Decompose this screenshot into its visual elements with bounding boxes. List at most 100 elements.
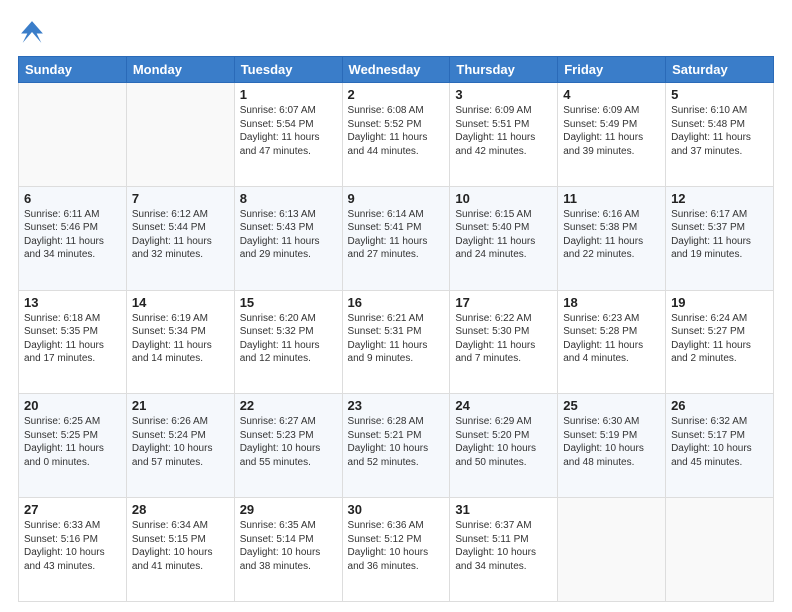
day-number: 30	[348, 502, 445, 517]
calendar-day-cell: 8 Sunrise: 6:13 AM Sunset: 5:43 PM Daylig…	[234, 186, 342, 290]
day-number: 11	[563, 191, 660, 206]
calendar-day-cell: 31 Sunrise: 6:37 AM Sunset: 5:11 PM Dayli…	[450, 498, 558, 602]
calendar-day-cell: 1 Sunrise: 6:07 AM Sunset: 5:54 PM Daylig…	[234, 83, 342, 187]
calendar-day-cell: 10 Sunrise: 6:15 AM Sunset: 5:40 PM Dayli…	[450, 186, 558, 290]
day-info: Sunrise: 6:21 AM Sunset: 5:31 PM Dayligh…	[348, 312, 445, 366]
calendar-week-row: 20 Sunrise: 6:25 AM Sunset: 5:25 PM Dayli…	[19, 394, 774, 498]
day-info: Sunrise: 6:22 AM Sunset: 5:30 PM Dayligh…	[455, 312, 552, 366]
day-info: Sunrise: 6:20 AM Sunset: 5:32 PM Dayligh…	[240, 312, 337, 366]
calendar-day-cell: 14 Sunrise: 6:19 AM Sunset: 5:34 PM Dayli…	[126, 290, 234, 394]
day-info: Sunrise: 6:13 AM Sunset: 5:43 PM Dayligh…	[240, 208, 337, 262]
calendar-weekday-header: Monday	[126, 57, 234, 83]
calendar-day-cell: 5Sunrise: 6:10 AM Sunset: 5:48 PM Daylig…	[666, 83, 774, 187]
day-info: Sunrise: 6:35 AM Sunset: 5:14 PM Dayligh…	[240, 519, 337, 573]
day-number: 27	[24, 502, 121, 517]
calendar-day-cell: 9 Sunrise: 6:14 AM Sunset: 5:41 PM Daylig…	[342, 186, 450, 290]
day-number: 14	[132, 295, 229, 310]
day-info: Sunrise: 6:19 AM Sunset: 5:34 PM Dayligh…	[132, 312, 229, 366]
calendar-day-cell: 11 Sunrise: 6:16 AM Sunset: 5:38 PM Dayli…	[558, 186, 666, 290]
day-info: Sunrise: 6:34 AM Sunset: 5:15 PM Dayligh…	[132, 519, 229, 573]
day-info: Sunrise: 6:09 AM Sunset: 5:51 PM Dayligh…	[455, 104, 552, 158]
day-info: Sunrise: 6:27 AM Sunset: 5:23 PM Dayligh…	[240, 415, 337, 469]
day-info: Sunrise: 6:29 AM Sunset: 5:20 PM Dayligh…	[455, 415, 552, 469]
calendar-day-cell: 28Sunrise: 6:34 AM Sunset: 5:15 PM Dayli…	[126, 498, 234, 602]
calendar-day-cell: 20 Sunrise: 6:25 AM Sunset: 5:25 PM Dayli…	[19, 394, 127, 498]
calendar-day-cell	[19, 83, 127, 187]
calendar-day-cell: 17 Sunrise: 6:22 AM Sunset: 5:30 PM Dayli…	[450, 290, 558, 394]
calendar-weekday-header: Saturday	[666, 57, 774, 83]
calendar-day-cell	[558, 498, 666, 602]
calendar-week-row: 13 Sunrise: 6:18 AM Sunset: 5:35 PM Dayli…	[19, 290, 774, 394]
calendar-day-cell: 25 Sunrise: 6:30 AM Sunset: 5:19 PM Dayli…	[558, 394, 666, 498]
calendar-day-cell	[666, 498, 774, 602]
day-info: Sunrise: 6:08 AM Sunset: 5:52 PM Dayligh…	[348, 104, 445, 158]
day-number: 25	[563, 398, 660, 413]
day-number: 10	[455, 191, 552, 206]
day-info: Sunrise: 6:36 AM Sunset: 5:12 PM Dayligh…	[348, 519, 445, 573]
calendar-weekday-header: Sunday	[19, 57, 127, 83]
day-number: 3	[455, 87, 552, 102]
day-info: Sunrise: 6:24 AM Sunset: 5:27 PM Dayligh…	[671, 312, 768, 366]
day-info: Sunrise: 6:37 AM Sunset: 5:11 PM Dayligh…	[455, 519, 552, 573]
day-info: Sunrise: 6:32 AM Sunset: 5:17 PM Dayligh…	[671, 415, 768, 469]
day-info: Sunrise: 6:30 AM Sunset: 5:19 PM Dayligh…	[563, 415, 660, 469]
day-number: 13	[24, 295, 121, 310]
day-number: 16	[348, 295, 445, 310]
day-number: 18	[563, 295, 660, 310]
calendar-weekday-header: Friday	[558, 57, 666, 83]
day-number: 7	[132, 191, 229, 206]
calendar-day-cell: 6 Sunrise: 6:11 AM Sunset: 5:46 PM Daylig…	[19, 186, 127, 290]
day-info: Sunrise: 6:25 AM Sunset: 5:25 PM Dayligh…	[24, 415, 121, 469]
day-number: 19	[671, 295, 768, 310]
calendar-day-cell: 13 Sunrise: 6:18 AM Sunset: 5:35 PM Dayli…	[19, 290, 127, 394]
calendar-week-row: 6 Sunrise: 6:11 AM Sunset: 5:46 PM Daylig…	[19, 186, 774, 290]
logo	[18, 18, 50, 46]
calendar-day-cell: 29 Sunrise: 6:35 AM Sunset: 5:14 PM Dayli…	[234, 498, 342, 602]
calendar-day-cell: 21Sunrise: 6:26 AM Sunset: 5:24 PM Dayli…	[126, 394, 234, 498]
calendar-day-cell: 12Sunrise: 6:17 AM Sunset: 5:37 PM Dayli…	[666, 186, 774, 290]
day-number: 23	[348, 398, 445, 413]
day-info: Sunrise: 6:33 AM Sunset: 5:16 PM Dayligh…	[24, 519, 121, 573]
calendar-week-row: 1 Sunrise: 6:07 AM Sunset: 5:54 PM Daylig…	[19, 83, 774, 187]
day-number: 9	[348, 191, 445, 206]
day-info: Sunrise: 6:09 AM Sunset: 5:49 PM Dayligh…	[563, 104, 660, 158]
day-number: 15	[240, 295, 337, 310]
calendar-day-cell: 3 Sunrise: 6:09 AM Sunset: 5:51 PM Daylig…	[450, 83, 558, 187]
day-number: 31	[455, 502, 552, 517]
day-number: 22	[240, 398, 337, 413]
day-number: 5	[671, 87, 768, 102]
calendar-weekday-header: Tuesday	[234, 57, 342, 83]
day-number: 2	[348, 87, 445, 102]
calendar-day-cell: 4 Sunrise: 6:09 AM Sunset: 5:49 PM Daylig…	[558, 83, 666, 187]
calendar-weekday-header: Thursday	[450, 57, 558, 83]
day-number: 26	[671, 398, 768, 413]
calendar-day-cell: 23Sunrise: 6:28 AM Sunset: 5:21 PM Dayli…	[342, 394, 450, 498]
day-number: 29	[240, 502, 337, 517]
calendar-header-row: SundayMondayTuesdayWednesdayThursdayFrid…	[19, 57, 774, 83]
calendar-body: 1 Sunrise: 6:07 AM Sunset: 5:54 PM Daylig…	[19, 83, 774, 602]
calendar-day-cell: 16 Sunrise: 6:21 AM Sunset: 5:31 PM Dayli…	[342, 290, 450, 394]
day-number: 17	[455, 295, 552, 310]
day-number: 6	[24, 191, 121, 206]
calendar-day-cell: 7Sunrise: 6:12 AM Sunset: 5:44 PM Daylig…	[126, 186, 234, 290]
day-info: Sunrise: 6:15 AM Sunset: 5:40 PM Dayligh…	[455, 208, 552, 262]
day-info: Sunrise: 6:11 AM Sunset: 5:46 PM Dayligh…	[24, 208, 121, 262]
day-info: Sunrise: 6:07 AM Sunset: 5:54 PM Dayligh…	[240, 104, 337, 158]
calendar-week-row: 27 Sunrise: 6:33 AM Sunset: 5:16 PM Dayli…	[19, 498, 774, 602]
day-number: 4	[563, 87, 660, 102]
calendar-day-cell	[126, 83, 234, 187]
day-number: 1	[240, 87, 337, 102]
day-info: Sunrise: 6:14 AM Sunset: 5:41 PM Dayligh…	[348, 208, 445, 262]
calendar-weekday-header: Wednesday	[342, 57, 450, 83]
day-info: Sunrise: 6:18 AM Sunset: 5:35 PM Dayligh…	[24, 312, 121, 366]
day-info: Sunrise: 6:23 AM Sunset: 5:28 PM Dayligh…	[563, 312, 660, 366]
calendar-day-cell: 2 Sunrise: 6:08 AM Sunset: 5:52 PM Daylig…	[342, 83, 450, 187]
calendar-day-cell: 27 Sunrise: 6:33 AM Sunset: 5:16 PM Dayli…	[19, 498, 127, 602]
calendar-table: SundayMondayTuesdayWednesdayThursdayFrid…	[18, 56, 774, 602]
day-number: 20	[24, 398, 121, 413]
day-info: Sunrise: 6:16 AM Sunset: 5:38 PM Dayligh…	[563, 208, 660, 262]
calendar-day-cell: 15 Sunrise: 6:20 AM Sunset: 5:32 PM Dayli…	[234, 290, 342, 394]
day-number: 8	[240, 191, 337, 206]
calendar-day-cell: 19 Sunrise: 6:24 AM Sunset: 5:27 PM Dayli…	[666, 290, 774, 394]
day-info: Sunrise: 6:17 AM Sunset: 5:37 PM Dayligh…	[671, 208, 768, 262]
